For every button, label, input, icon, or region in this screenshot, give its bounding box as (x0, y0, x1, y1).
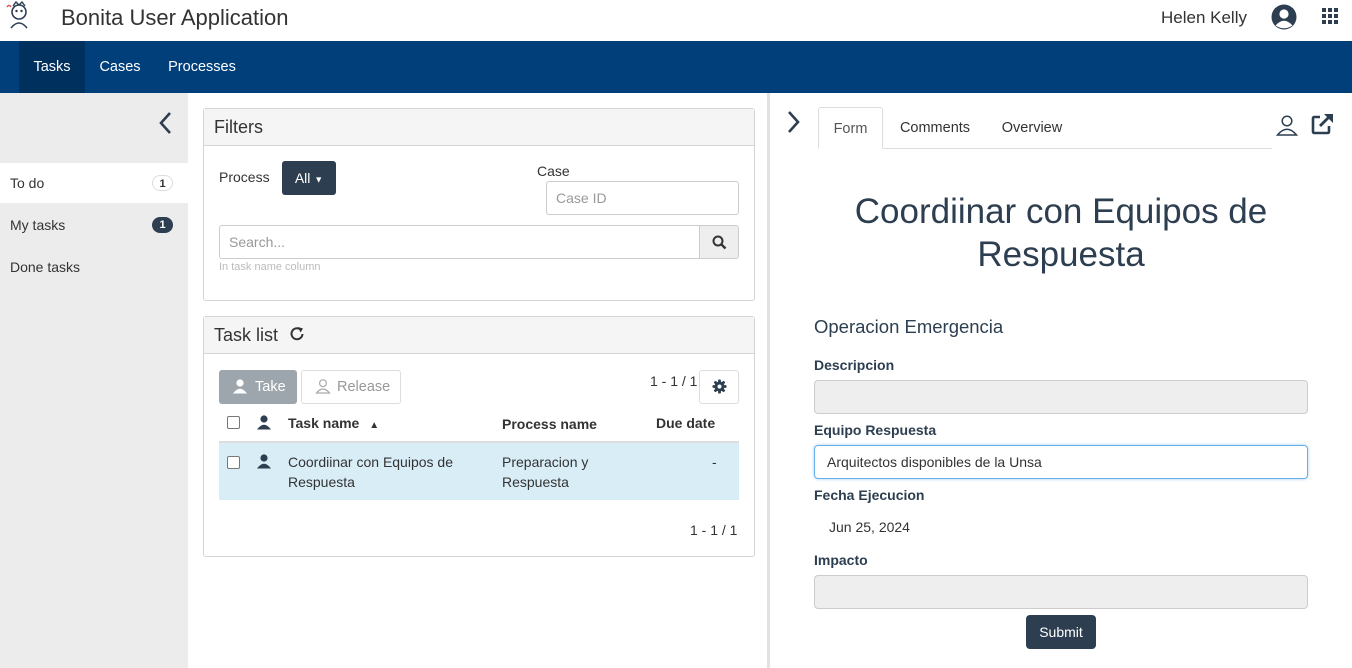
filters-panel-header: Filters (204, 109, 754, 146)
filters-title: Filters (214, 117, 263, 137)
release-button[interactable]: Release (301, 370, 401, 404)
select-all-checkbox[interactable] (227, 416, 240, 429)
take-label: Take (255, 379, 286, 395)
task-list-panel: Task list (203, 316, 755, 557)
assigned-user-icon (257, 415, 271, 430)
process-label: Process (219, 169, 270, 185)
due-date-cell: - (712, 454, 717, 470)
count-badge: 1 (152, 217, 173, 233)
fecha-ejecucion-value: Jun 25, 2024 (829, 519, 910, 535)
chevron-right-icon[interactable] (785, 109, 803, 135)
process-name-cell: Preparacion y Respuesta (502, 454, 589, 490)
search-button[interactable] (699, 225, 739, 259)
process-dropdown[interactable]: All ▼ (282, 161, 336, 195)
case-id-input[interactable] (546, 181, 739, 215)
user-circle-icon[interactable] (1271, 4, 1297, 30)
task-name-cell[interactable]: Coordiinar con Equipos de Respuesta (288, 452, 488, 492)
search-input[interactable] (219, 225, 701, 259)
column-process-name[interactable]: Process name (502, 416, 597, 432)
assign-user-icon[interactable] (1276, 114, 1298, 136)
take-button[interactable]: Take (219, 370, 297, 404)
tab-comments[interactable]: Comments (887, 107, 983, 149)
nav-cases[interactable]: Cases (85, 41, 155, 93)
form-section-title: Operacion Emergencia (814, 316, 1004, 337)
sidebar-item-done-tasks[interactable]: Done tasks (0, 247, 188, 287)
equipo-respuesta-field[interactable] (814, 445, 1308, 479)
descripcion-field[interactable] (814, 380, 1308, 414)
impacto-label: Impacto (814, 552, 868, 568)
pager-bottom: 1 - 1 / 1 (690, 522, 738, 538)
sidebar-item-label: To do (10, 175, 45, 191)
column-task-name[interactable]: Task name ▲ (288, 415, 379, 431)
sidebar-item-label: My tasks (10, 217, 66, 233)
app-title: Bonita User Application (61, 5, 289, 30)
column-due-date[interactable]: Due date (656, 415, 715, 431)
form-title: Coordiinar con Equipos de Respuesta (854, 192, 1268, 274)
sidebar-item-label: Done tasks (10, 259, 81, 275)
chevron-left-icon[interactable] (156, 110, 174, 136)
caret-down-icon: ▼ (314, 174, 324, 185)
equipo-respuesta-label: Equipo Respuesta (814, 422, 937, 438)
pager-top: 1 - 1 / 1 (650, 373, 698, 389)
main-navbar: Tasks Cases Processes (0, 41, 1352, 93)
sidebar-item-my-tasks[interactable]: My tasks 1 (0, 205, 188, 245)
user-icon (233, 379, 247, 394)
search-icon (712, 235, 727, 250)
sort-ascending-icon: ▲ (369, 420, 380, 431)
settings-button[interactable] (699, 370, 739, 404)
gear-icon (712, 379, 727, 394)
count-badge: 1 (152, 175, 173, 191)
task-list-title: Task list (214, 325, 279, 345)
release-label: Release (337, 379, 391, 395)
task-list-panel-header: Task list (204, 317, 754, 354)
tab-form[interactable]: Form (818, 107, 883, 149)
nav-processes[interactable]: Processes (155, 41, 249, 93)
sidebar-item-to-do[interactable]: To do 1 (0, 163, 188, 203)
assigned-user-icon (257, 454, 271, 469)
column-task-name-label: Task name (288, 415, 360, 431)
tab-overview[interactable]: Overview (989, 107, 1075, 149)
apps-grid-icon[interactable] (1322, 8, 1338, 24)
fecha-ejecucion-label: Fecha Ejecucion (814, 487, 925, 503)
pane-splitter[interactable] (767, 93, 770, 668)
impacto-field[interactable] (814, 575, 1308, 609)
user-outline-icon (315, 379, 331, 394)
case-label: Case (537, 163, 570, 179)
refresh-icon[interactable] (289, 326, 305, 342)
descripcion-label: Descripcion (814, 357, 895, 373)
bonita-logo-icon[interactable] (5, 1, 33, 31)
submit-button[interactable]: Submit (1026, 615, 1096, 649)
process-dropdown-value: All (294, 170, 311, 186)
search-hint: In task name column (219, 261, 321, 273)
nav-tasks[interactable]: Tasks (19, 41, 85, 93)
user-name[interactable]: Helen Kelly (1161, 8, 1247, 28)
row-checkbox[interactable] (227, 456, 240, 469)
open-external-icon[interactable] (1311, 113, 1334, 135)
